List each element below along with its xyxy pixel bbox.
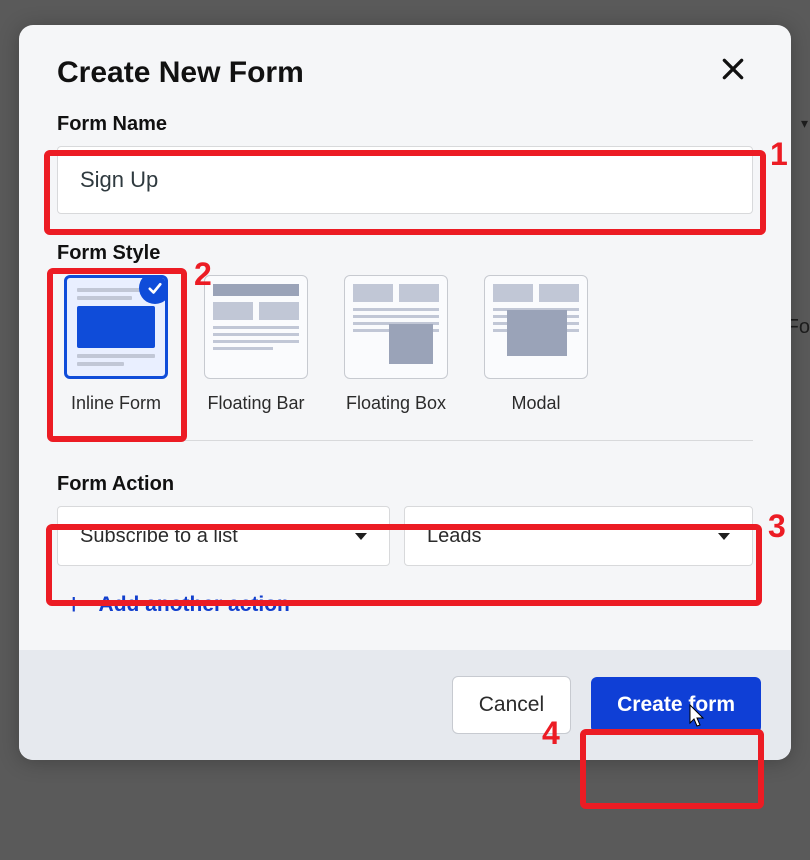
form-style-options: Inline Form Floating Bar (57, 275, 753, 414)
form-name-input[interactable] (57, 146, 753, 214)
style-label-floating-box: Floating Box (346, 393, 446, 414)
style-option-inline-form[interactable]: Inline Form (57, 275, 175, 414)
style-label-modal: Modal (511, 393, 560, 414)
modal-title: Create New Form (57, 56, 304, 90)
modal-header: Create New Form (19, 25, 791, 93)
form-action-row: Subscribe to a list Leads (57, 506, 753, 566)
close-button[interactable] (713, 53, 753, 93)
create-form-modal: Create New Form Form Name Form Style (19, 25, 791, 760)
action-type-select[interactable]: Subscribe to a list (57, 506, 390, 566)
create-form-button[interactable]: Create form (591, 677, 761, 733)
form-style-label: Form Style (57, 242, 753, 265)
floating-box-preview (353, 284, 439, 370)
style-card-floating-box[interactable] (344, 275, 448, 379)
action-target-select[interactable]: Leads (404, 506, 753, 566)
add-another-action-button[interactable]: + Add another action (57, 590, 753, 620)
divider (57, 440, 753, 441)
action-type-value: Subscribe to a list (80, 525, 238, 548)
plus-icon: + (65, 590, 83, 620)
style-card-floating-bar[interactable] (204, 275, 308, 379)
selected-check-icon (139, 275, 168, 304)
style-option-floating-box[interactable]: Floating Box (337, 275, 455, 414)
style-label-inline: Inline Form (71, 393, 161, 414)
form-name-label: Form Name (57, 113, 753, 136)
floating-bar-preview (213, 284, 299, 370)
cursor-icon (685, 703, 707, 735)
create-form-label: Create form (617, 693, 735, 716)
close-icon (720, 56, 746, 90)
style-card-inline-form[interactable] (64, 275, 168, 379)
action-target-value: Leads (427, 525, 482, 548)
background-dropdown-caret: ▾ (801, 115, 808, 132)
style-label-floating-bar: Floating Bar (207, 393, 304, 414)
cancel-button[interactable]: Cancel (452, 676, 571, 734)
style-option-modal[interactable]: Modal (477, 275, 595, 414)
add-another-action-label: Add another action (99, 593, 290, 617)
modal-footer: Cancel Create form (19, 650, 791, 760)
form-action-label: Form Action (57, 473, 753, 496)
chevron-down-icon (718, 533, 730, 540)
modal-body: Form Name Form Style Inline Form (19, 93, 791, 650)
chevron-down-icon (355, 533, 367, 540)
modal-style-preview (493, 284, 579, 370)
style-option-floating-bar[interactable]: Floating Bar (197, 275, 315, 414)
style-card-modal[interactable] (484, 275, 588, 379)
